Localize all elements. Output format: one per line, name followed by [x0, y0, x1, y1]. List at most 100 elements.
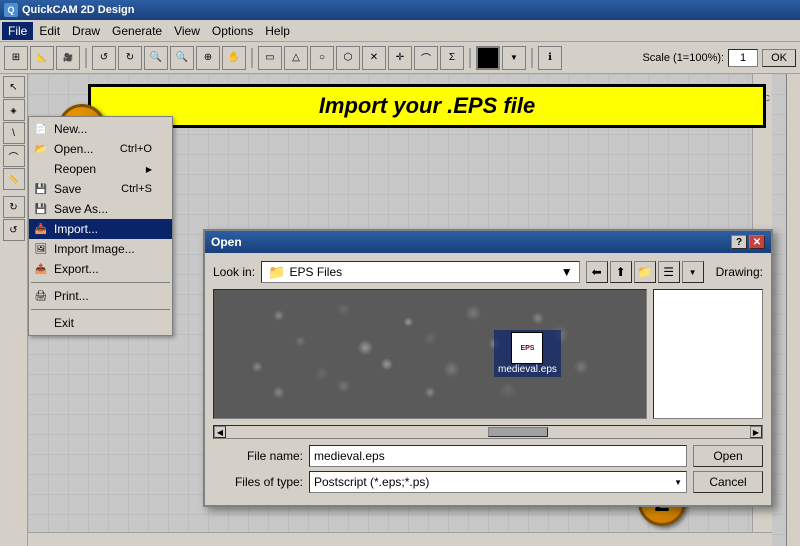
sidebar-measure-btn[interactable]: 📏: [3, 168, 25, 190]
sidebar-rotate-btn[interactable]: ↻: [3, 196, 25, 218]
toolbar-undo-btn[interactable]: ↺: [92, 46, 116, 70]
menu-exit[interactable]: Exit: [29, 313, 172, 333]
toolbar-sigma-btn[interactable]: Σ: [440, 46, 464, 70]
toolbar-arc-btn[interactable]: ⌒: [414, 46, 438, 70]
dialog-title-controls: ? ✕: [731, 235, 765, 249]
cancel-button[interactable]: Cancel: [693, 471, 763, 493]
toolbar-sep4: [531, 48, 533, 68]
toolbar-poly-btn[interactable]: ⬡: [336, 46, 360, 70]
menu-generate[interactable]: Generate: [106, 22, 168, 40]
nav-back-btn[interactable]: ⬅: [586, 261, 608, 283]
sidebar-select-btn[interactable]: ↖: [3, 76, 25, 98]
toolbar-pan-btn[interactable]: ✋: [222, 46, 246, 70]
menu-new[interactable]: 📄 New...: [29, 119, 172, 139]
menu-help[interactable]: Help: [259, 22, 296, 40]
toolbar-tri-btn[interactable]: △: [284, 46, 308, 70]
toolbar-redo-btn[interactable]: ↻: [118, 46, 142, 70]
sidebar-node-btn[interactable]: ◈: [3, 99, 25, 121]
dialog-help-btn[interactable]: ?: [731, 235, 747, 249]
drawing-preview: [653, 289, 763, 419]
menu-save-as[interactable]: 💾 Save As...: [29, 199, 172, 219]
menu-print[interactable]: 🖨 Print...: [29, 286, 172, 306]
toolbar-zoom-out-btn[interactable]: 🔍: [170, 46, 194, 70]
nav-new-folder-btn[interactable]: 📁: [634, 261, 656, 283]
scroll-thumb[interactable]: [488, 427, 548, 437]
open-dialog: Open ? ✕ Look in: 📁 EPS Files ▼ ⬅: [203, 229, 773, 507]
app-icon: Q: [4, 3, 18, 17]
file-menu-dropdown: 📄 New... 📂 Open... Ctrl+O Reopen ▶ 💾 Sav…: [28, 116, 173, 336]
scroll-right-btn[interactable]: ▶: [750, 426, 762, 438]
toolbar-circ-btn[interactable]: ○: [310, 46, 334, 70]
sidebar-line-btn[interactable]: \: [3, 122, 25, 144]
toolbar-sep1: [85, 48, 87, 68]
filetype-label: Files of type:: [213, 475, 303, 489]
menu-edit[interactable]: Edit: [33, 22, 66, 40]
menu-open[interactable]: 📂 Open... Ctrl+O: [29, 139, 172, 159]
right-scrollbar[interactable]: [786, 74, 800, 546]
filename-label: File name:: [213, 449, 303, 463]
save-as-icon: 💾: [33, 201, 49, 217]
dialog-title-bar: Open ? ✕: [205, 231, 771, 253]
toolbar: ⊞ 📐 🎥 ↺ ↻ 🔍 🔍 ⊕ ✋ ▭ △ ○ ⬡ ✕ ✛ ⌒ Σ ▼ ℹ Sc…: [0, 42, 800, 74]
scroll-left-btn[interactable]: ◀: [214, 426, 226, 438]
filetype-value: Postscript (*.eps;*.ps): [314, 475, 429, 489]
folder-icon: 📁: [268, 264, 285, 281]
toolbar-info-btn[interactable]: ℹ: [538, 46, 562, 70]
eps-file-label: medieval.eps: [498, 364, 557, 375]
filename-input[interactable]: [309, 445, 687, 467]
file-item-medieval[interactable]: EPS medieval.eps: [494, 330, 561, 377]
toolbar-color-arrow[interactable]: ▼: [502, 46, 526, 70]
left-sidebar: ↖ ◈ \ ⌒ 📏 ↻ ↺: [0, 74, 28, 546]
toolbar-grid-btn[interactable]: ⊞: [4, 46, 28, 70]
nav-up-btn[interactable]: ⬆: [610, 261, 632, 283]
file-fields: File name: Open Files of type: Postscrip…: [213, 445, 763, 493]
menu-draw[interactable]: Draw: [66, 22, 106, 40]
toolbar-cam-btn[interactable]: 🎥: [56, 46, 80, 70]
title-bar: Q QuickCAM 2D Design: [0, 0, 800, 20]
file-list[interactable]: EPS medieval.eps: [213, 289, 647, 419]
menu-bar: File Edit Draw Generate View Options Hel…: [0, 20, 800, 42]
toolbar-snap-btn[interactable]: 📐: [30, 46, 54, 70]
scale-ok-button[interactable]: OK: [762, 49, 796, 67]
dialog-title: Open: [211, 235, 242, 249]
nav-view-arrow[interactable]: ▼: [682, 261, 704, 283]
drawing-label: Drawing:: [716, 265, 763, 279]
sidebar-curve-btn[interactable]: ⌒: [3, 145, 25, 167]
look-in-arrow: ▼: [561, 265, 573, 279]
look-in-value: EPS Files: [289, 265, 342, 279]
filetype-arrow: ▼: [674, 478, 682, 487]
toolbar-cross-btn[interactable]: ✛: [388, 46, 412, 70]
print-icon: 🖨: [33, 288, 49, 304]
ruler-bottom: [28, 532, 772, 546]
toolbar-zoom-all-btn[interactable]: ⊕: [196, 46, 220, 70]
menu-import-image[interactable]: 🖼 Import Image...: [29, 239, 172, 259]
scale-input[interactable]: [728, 49, 758, 67]
look-in-row: Look in: 📁 EPS Files ▼ ⬅ ⬆ 📁 ☰ ▼ Drawing…: [213, 261, 763, 283]
toolbar-color-btn[interactable]: [476, 46, 500, 70]
look-in-select[interactable]: 📁 EPS Files ▼: [261, 261, 580, 283]
menu-view[interactable]: View: [168, 22, 206, 40]
filetype-select[interactable]: Postscript (*.eps;*.ps) ▼: [309, 471, 687, 493]
toolbar-x-btn[interactable]: ✕: [362, 46, 386, 70]
toolbar-zoom-in-btn[interactable]: 🔍: [144, 46, 168, 70]
sidebar-undo-btn[interactable]: ↺: [3, 219, 25, 241]
import-icon: 📥: [33, 221, 49, 237]
open-button[interactable]: Open: [693, 445, 763, 467]
nav-view-btn[interactable]: ☰: [658, 261, 680, 283]
menu-import[interactable]: 📥 Import...: [29, 219, 172, 239]
menu-export[interactable]: 📤 Export...: [29, 259, 172, 279]
eps-file-icon: EPS: [511, 332, 543, 364]
instruction-text: Import your .EPS file: [319, 93, 535, 118]
menu-reopen[interactable]: Reopen ▶: [29, 159, 172, 179]
menu-file[interactable]: File: [2, 22, 33, 40]
export-icon: 📤: [33, 261, 49, 277]
toolbar-rect-btn[interactable]: ▭: [258, 46, 282, 70]
menu-save[interactable]: 💾 Save Ctrl+S: [29, 179, 172, 199]
menu-options[interactable]: Options: [206, 22, 259, 40]
file-list-background: [214, 290, 646, 418]
menu-sep1: [31, 282, 170, 283]
h-scrollbar[interactable]: ◀ ▶: [213, 425, 763, 439]
dialog-close-btn[interactable]: ✕: [749, 235, 765, 249]
instruction-banner: Import your .EPS file: [88, 84, 766, 128]
dialog-body: Look in: 📁 EPS Files ▼ ⬅ ⬆ 📁 ☰ ▼ Drawing…: [205, 253, 771, 505]
